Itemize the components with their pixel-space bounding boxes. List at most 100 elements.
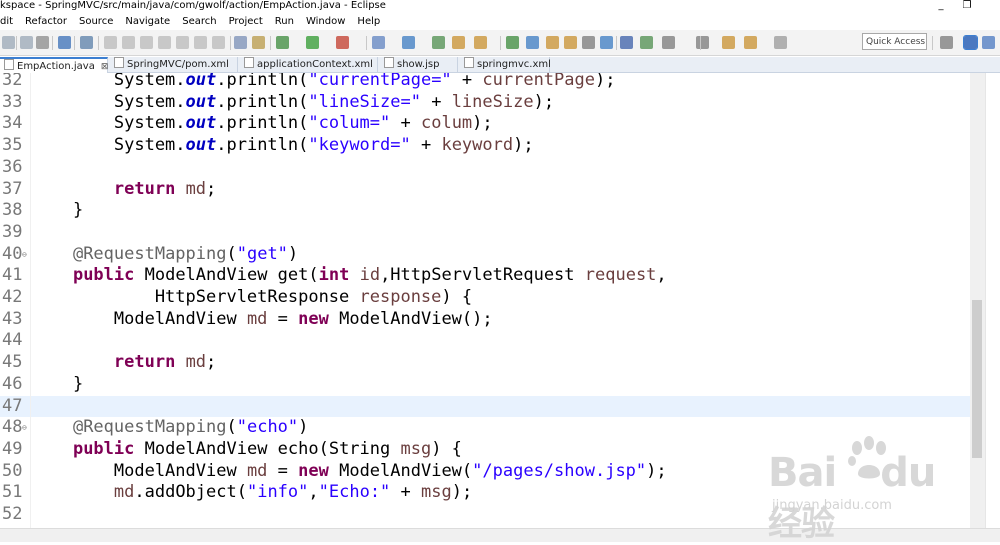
java-ee-perspective-icon[interactable]: [963, 35, 978, 50]
code-token: new: [298, 460, 329, 481]
back-icon[interactable]: [744, 36, 757, 49]
code-token: }: [32, 200, 84, 221]
code-line[interactable]: 47: [0, 395, 970, 418]
code-token: System.: [32, 113, 186, 134]
file-icon: [384, 57, 394, 68]
new-class-icon[interactable]: [452, 36, 465, 49]
code-line[interactable]: 38 }: [0, 200, 970, 222]
code-token: );: [533, 91, 555, 112]
menu-item[interactable]: Project: [229, 13, 263, 30]
code-text: public ModelAndView echo(String msg) {: [32, 439, 462, 461]
java-perspective-icon[interactable]: [982, 36, 995, 49]
save-all-icon[interactable]: [20, 36, 33, 49]
editor-tab[interactable]: EmpAction.java ⊠: [0, 57, 108, 73]
terminate-icon[interactable]: [140, 36, 153, 49]
pin-editor-icon[interactable]: [640, 36, 653, 49]
vertical-scrollbar-thumb[interactable]: [972, 300, 982, 458]
globe-icon[interactable]: [620, 36, 633, 49]
line-number: 46: [2, 373, 23, 394]
menu-item[interactable]: Source: [79, 13, 113, 30]
menu-item[interactable]: Help: [357, 13, 380, 30]
toolbar-separator: [500, 36, 501, 50]
code-line[interactable]: 39: [0, 222, 970, 244]
code-token: currentPage: [482, 73, 595, 90]
new-package-icon[interactable]: [432, 36, 445, 49]
code-line[interactable]: 32 System.out.println("currentPage=" + c…: [0, 73, 970, 92]
fold-toggle-icon[interactable]: ⊖: [22, 244, 27, 266]
print-icon[interactable]: [36, 36, 49, 49]
run-icon[interactable]: [306, 36, 319, 49]
code-line[interactable]: 35 System.out.println("keyword=" + keywo…: [0, 135, 970, 157]
suspend-icon[interactable]: [122, 36, 135, 49]
new-java-project-icon[interactable]: [402, 36, 415, 49]
code-token: out: [185, 91, 217, 112]
last-edit-icon[interactable]: [722, 36, 735, 49]
step-return-icon[interactable]: [212, 36, 225, 49]
line-number: 47: [2, 395, 23, 416]
quick-access-input[interactable]: Quick Access: [862, 33, 927, 50]
minimize-button[interactable]: _: [930, 0, 952, 12]
disconnect-icon[interactable]: [158, 36, 171, 49]
save-icon[interactable]: [2, 36, 15, 49]
resume-icon[interactable]: [104, 36, 117, 49]
toggle-word-wrap-icon[interactable]: [582, 36, 595, 49]
use-step-filters-icon[interactable]: [252, 36, 265, 49]
code-token: "info": [246, 482, 309, 503]
toolbar-separator: [616, 36, 617, 50]
code-token: .addObject(: [134, 482, 247, 503]
toggle-block-icon[interactable]: [546, 36, 559, 49]
code-line[interactable]: 34 System.out.println("colum=" + colum);: [0, 113, 970, 135]
editor-tab[interactable]: applicationContext.xml: [240, 57, 378, 73]
editor-tab[interactable]: SpringMVC/pom.xml: [110, 57, 238, 73]
code-line[interactable]: 40 ⊖ @RequestMapping("get"): [0, 244, 970, 266]
previous-annotation-icon[interactable]: [696, 36, 709, 49]
code-line[interactable]: 46 }: [0, 374, 970, 396]
toolbar-separator: [16, 36, 17, 50]
menu-item[interactable]: Run: [275, 13, 294, 30]
forward-icon[interactable]: [774, 36, 787, 49]
code-line[interactable]: 33 System.out.println("lineSize=" + line…: [0, 92, 970, 114]
toolbar-separator: [270, 36, 271, 50]
code-line[interactable]: 44: [0, 330, 970, 352]
open-type-icon[interactable]: [474, 36, 487, 49]
new-server-icon[interactable]: [372, 36, 385, 49]
next-annotation-icon[interactable]: [662, 36, 675, 49]
code-line[interactable]: 36: [0, 157, 970, 179]
code-token: );: [451, 482, 473, 503]
restore-button[interactable]: ❐: [956, 0, 978, 12]
editor-tab[interactable]: springmvc.xml: [460, 57, 551, 73]
debug-icon[interactable]: [276, 36, 289, 49]
search-icon[interactable]: [506, 36, 519, 49]
code-line[interactable]: 41 public ModelAndView get(int id,HttpSe…: [0, 265, 970, 287]
close-tab-icon[interactable]: ⊠: [101, 62, 109, 72]
drop-frame-icon[interactable]: [234, 36, 247, 49]
code-token: out: [185, 135, 217, 156]
line-number: 32: [2, 73, 23, 90]
step-into-icon[interactable]: [176, 36, 189, 49]
code-line[interactable]: 42 HttpServletResponse response) {: [0, 287, 970, 309]
editor-tab[interactable]: show.jsp: [380, 57, 458, 73]
menu-item[interactable]: Search: [182, 13, 216, 30]
step-over-icon[interactable]: [194, 36, 207, 49]
menu-item[interactable]: Refactor: [25, 13, 67, 30]
code-token: ModelAndView: [32, 460, 247, 481]
show-whitespace-icon[interactable]: [564, 36, 577, 49]
menu-item[interactable]: Window: [306, 13, 345, 30]
toggle-mark-occurrences-icon[interactable]: [526, 36, 539, 49]
format-icon[interactable]: [600, 36, 613, 49]
code-line[interactable]: 45 return md;: [0, 352, 970, 374]
code-token: ;: [206, 352, 217, 373]
code-token: "currentPage=": [308, 73, 452, 90]
open-perspective-icon[interactable]: [940, 36, 953, 49]
menu-item[interactable]: Navigate: [125, 13, 170, 30]
code-token: response: [359, 287, 442, 307]
fold-toggle-icon[interactable]: ⊖: [22, 417, 27, 439]
terminal-icon[interactable]: [58, 36, 71, 49]
code-line[interactable]: 37 return md;: [0, 179, 970, 201]
debug-skip-icon[interactable]: [80, 36, 93, 49]
menu-item[interactable]: dit: [0, 13, 13, 30]
code-token: colum: [420, 113, 473, 134]
external-tools-icon[interactable]: [336, 36, 349, 49]
code-line[interactable]: 43 ModelAndView md = new ModelAndView();: [0, 309, 970, 331]
